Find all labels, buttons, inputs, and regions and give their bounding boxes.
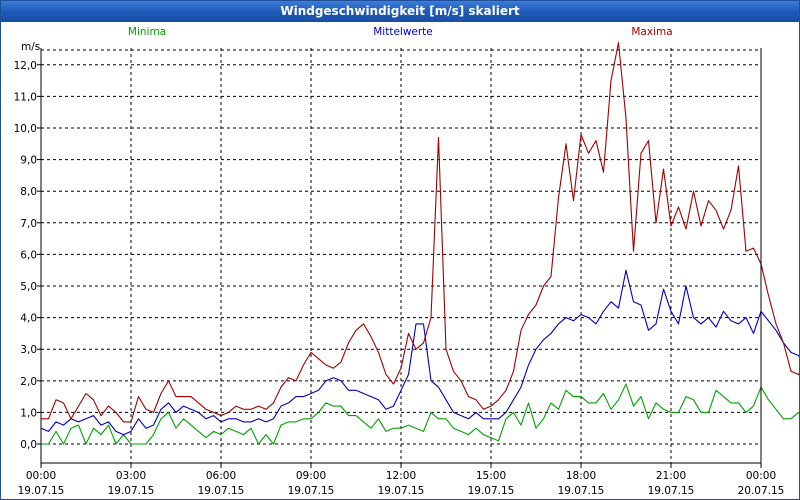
y-tick-label: 6,0 — [20, 249, 37, 261]
y-tick-label: 1,0 — [20, 407, 37, 419]
y-tick-label: 10,0 — [14, 123, 37, 135]
x-tick-time: 12:00 — [386, 470, 416, 482]
series-lines — [40, 42, 799, 445]
x-tick-time: 00:00 — [746, 470, 776, 482]
x-tick-date: 19.07.15 — [558, 485, 605, 497]
wind-speed-chart: m/s 0,0 1,0 2,0 3,0 4,0 5,0 6,0 7,0 8,0 9,0 10,0 11… — [14, 26, 799, 497]
x-tick-labels: 00:00 19.07.15 03:00 19.07.15 06:00 19.07.15 0… — [18, 470, 785, 497]
chart-window: Windgeschwindigkeit [m/s] skaliert m/s 0… — [0, 0, 800, 500]
y-tick-label: 5,0 — [20, 281, 37, 293]
y-tick-label: 3,0 — [20, 344, 37, 356]
x-tick-date: 19.07.15 — [378, 485, 425, 497]
legend: Minima Mittelwerte Maxima — [128, 26, 673, 38]
y-tick-label: 11,0 — [14, 91, 37, 103]
x-tick-date: 20.07.15 — [738, 485, 785, 497]
x-tick-date: 19.07.15 — [648, 485, 695, 497]
y-tick-label: 8,0 — [20, 186, 37, 198]
y-tick-label: 12,0 — [14, 60, 37, 72]
y-tick-label: 2,0 — [20, 376, 37, 388]
y-tick-label: 0,0 — [20, 439, 37, 451]
y-tick-label: 4,0 — [20, 313, 37, 325]
x-tick-date: 19.07.15 — [108, 485, 155, 497]
x-tick-time: 09:00 — [296, 470, 326, 482]
series-line-maxima — [41, 42, 799, 423]
series-line-minima — [41, 383, 799, 445]
x-tick-date: 19.07.15 — [468, 485, 515, 497]
y-axis-label: m/s — [21, 41, 40, 53]
x-tick-date: 19.07.15 — [288, 485, 335, 497]
x-tick-time: 15:00 — [476, 470, 506, 482]
x-tick-time: 21:00 — [656, 470, 686, 482]
y-tick-label: 7,0 — [20, 218, 37, 230]
y-tick-label: 9,0 — [20, 155, 37, 167]
x-tick-time: 18:00 — [566, 470, 596, 482]
x-tick-time: 03:00 — [116, 470, 146, 482]
x-tick-time: 06:00 — [206, 470, 236, 482]
legend-mittelwerte: Mittelwerte — [373, 26, 433, 38]
legend-maxima: Maxima — [631, 26, 672, 38]
legend-minima: Minima — [128, 26, 166, 38]
x-tick-date: 19.07.15 — [198, 485, 245, 497]
x-tick-time: 00:00 — [26, 470, 56, 482]
series-line-mittelwerte — [40, 269, 799, 436]
chart-title-bar: Windgeschwindigkeit [m/s] skaliert — [1, 1, 799, 22]
grid — [41, 48, 761, 463]
x-tick-date: 19.07.15 — [18, 485, 65, 497]
